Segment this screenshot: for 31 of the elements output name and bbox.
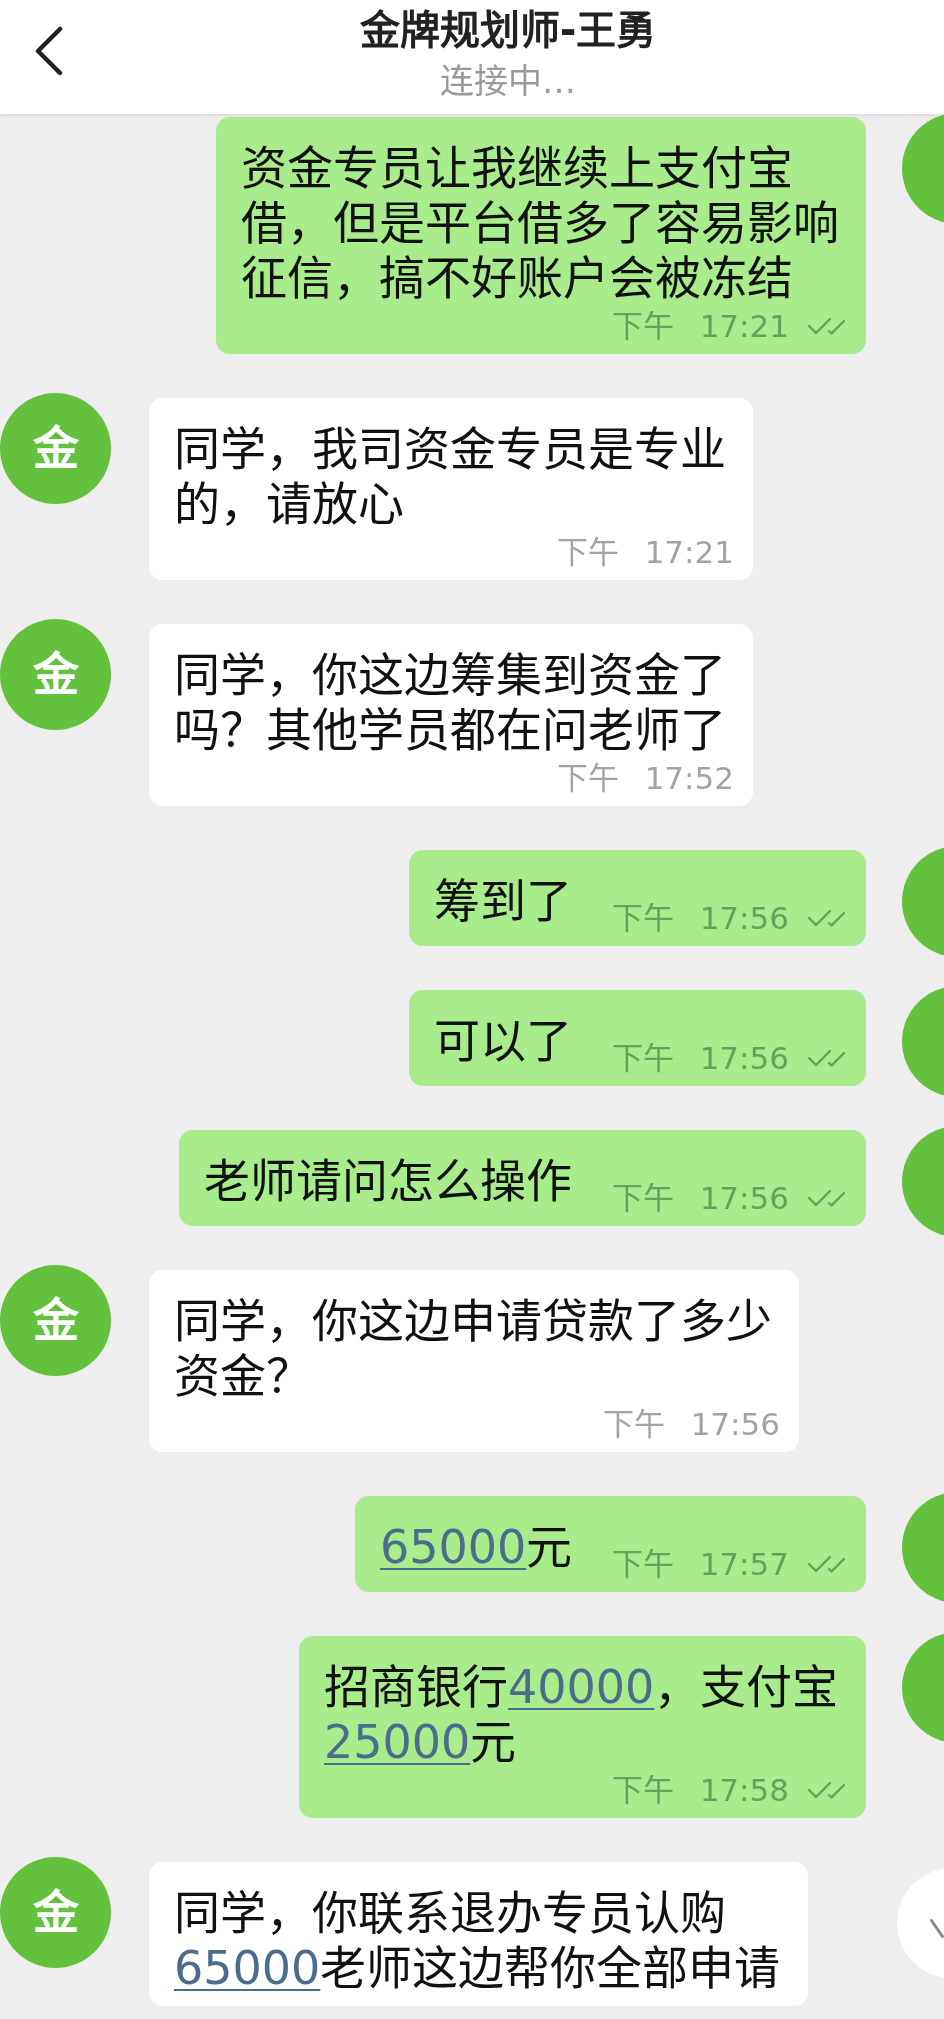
message-text: 同学，我司资金专员是专业的，请放心 <box>174 422 727 532</box>
message-time: 下午 17:56 <box>612 1040 789 1076</box>
avatar: 金 <box>0 619 111 730</box>
avatar: 金 <box>0 1857 111 1968</box>
message-text: 65000元 <box>379 1520 573 1575</box>
avatar: 金 <box>0 1265 111 1376</box>
message-time: 下午 17:52 <box>557 760 734 796</box>
message-text: 同学，你这边申请贷款了多少资金？ <box>174 1294 773 1404</box>
message-text: 筹到了 <box>434 874 573 929</box>
chevron-down-icon <box>930 1918 944 1938</box>
avatar: 金 <box>0 393 111 504</box>
message-text: 同学，你这边筹集到资金了吗？其他学员都在问老师了 <box>174 648 727 758</box>
message-time: 下午 17:56 <box>612 1180 789 1216</box>
message-text: 老师请问怎么操作 <box>204 1154 573 1209</box>
message-time: 下午 17:21 <box>557 534 734 570</box>
message-text: 资金专员让我继续上支付宝借，但是平台借多了容易影响征信，搞不好账户会被冻结 <box>241 141 840 306</box>
message-time: 下午 17:56 <box>603 1406 780 1442</box>
connection-status: 连接中… <box>440 60 576 102</box>
message-time: 下午 17:58 <box>612 1772 789 1808</box>
amount-link[interactable]: 65000 <box>174 1941 321 1995</box>
message-time: 下午 17:57 <box>612 1546 789 1582</box>
chevron-left-icon <box>34 26 64 76</box>
message-time: 下午 17:56 <box>612 900 789 936</box>
amount-link[interactable]: 25000 <box>324 1715 471 1769</box>
message-text: 招商银行40000，支付宝 25000元 <box>324 1660 840 1770</box>
amount-link[interactable]: 65000 <box>379 1520 527 1574</box>
chat-title: 金牌规划师-王勇 <box>359 6 657 54</box>
message-time: 下午 17:21 <box>612 308 789 344</box>
amount-link[interactable]: 40000 <box>508 1660 655 1714</box>
message-text: 可以了 <box>434 1014 573 1069</box>
message-text: 同学，你联系退办专员认购 65000老师这边帮你全部申请 <box>174 1886 782 1996</box>
